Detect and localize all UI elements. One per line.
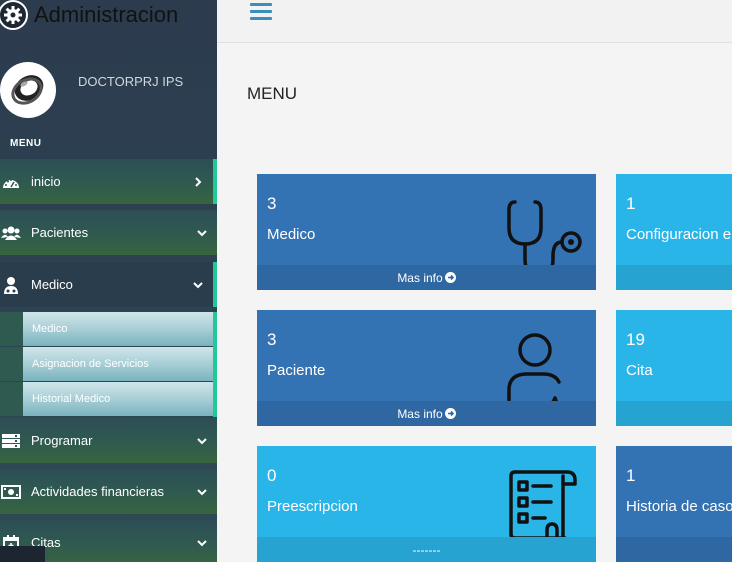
submenu-accent-bar bbox=[213, 312, 217, 417]
user-name: DOCTORPRJ IPS bbox=[78, 74, 184, 89]
info-box-configuracion: 1 Configuracion e bbox=[616, 174, 732, 290]
sidebar-item-label: Pacientes bbox=[31, 225, 89, 240]
chevron-right-icon bbox=[183, 176, 213, 187]
info-box-count: 0 bbox=[267, 466, 277, 485]
submenu-indent bbox=[0, 312, 23, 346]
more-info-label: Mas info bbox=[397, 406, 443, 421]
info-box-more-link[interactable]: Mas info bbox=[257, 265, 596, 290]
more-info-label: Mas info bbox=[397, 270, 443, 285]
info-box-cita: 19 Cita bbox=[616, 310, 732, 426]
info-box-label: Configuracion e bbox=[626, 226, 732, 243]
info-box-more-link[interactable] bbox=[616, 265, 732, 290]
info-box-more-link[interactable] bbox=[616, 537, 732, 562]
info-box-paciente: 3 Paciente Mas info bbox=[257, 310, 596, 426]
sidebar-item-actividades-financieras[interactable]: Actividades financieras bbox=[0, 469, 217, 514]
app-title: Administracion bbox=[34, 2, 179, 27]
submenu-item-asignacion-servicios[interactable]: Asignacion de Servicios bbox=[0, 347, 213, 381]
sidebar-item-label: Programar bbox=[31, 433, 93, 448]
sidebar-item-label: Citas bbox=[31, 535, 61, 550]
sidebar-item-label: Medico bbox=[31, 277, 73, 292]
submenu-indent bbox=[0, 382, 23, 416]
info-box-count: 1 bbox=[626, 194, 636, 213]
submenu-item-medico[interactable]: Medico bbox=[0, 312, 213, 346]
info-box-count: 19 bbox=[626, 330, 645, 349]
info-box-more-link[interactable] bbox=[616, 401, 732, 426]
submenu-item-label: Asignacion de Servicios bbox=[32, 358, 149, 370]
chevron-down-icon bbox=[187, 488, 217, 496]
avatar bbox=[0, 62, 56, 118]
info-box-preescripcion: 0 Preescripcion ------- bbox=[257, 446, 596, 562]
sidebar: Administracion DOCTORPRJ IPS MENU inicio… bbox=[0, 0, 217, 562]
info-box-label: Paciente bbox=[267, 362, 326, 379]
users-icon bbox=[0, 225, 22, 241]
arrow-circle-right-icon bbox=[444, 408, 456, 419]
info-box-count: 3 bbox=[267, 330, 277, 349]
top-navbar bbox=[217, 0, 732, 43]
gear-icon bbox=[0, 0, 28, 30]
info-box-label: Preescripcion bbox=[267, 498, 358, 515]
user-md-icon bbox=[0, 276, 22, 294]
info-box-label: Cita bbox=[626, 362, 653, 379]
dashboard-icon bbox=[0, 175, 22, 189]
brand[interactable]: Administracion bbox=[0, 0, 217, 30]
submenu-item-label: Historial Medico bbox=[32, 393, 111, 405]
chevron-down-icon bbox=[183, 281, 213, 289]
more-info-label: ------- bbox=[412, 542, 441, 557]
info-box-count: 3 bbox=[267, 194, 277, 213]
info-box-count: 1 bbox=[626, 466, 636, 485]
server-icon bbox=[0, 433, 22, 448]
page-title: MENU bbox=[247, 84, 298, 103]
chevron-down-icon bbox=[187, 539, 217, 547]
sidebar-item-label: Actividades financieras bbox=[31, 484, 164, 499]
sidebar-item-pacientes[interactable]: Pacientes bbox=[0, 210, 217, 255]
sidebar-item-programar[interactable]: Programar bbox=[0, 418, 217, 463]
chevron-down-icon bbox=[187, 229, 217, 237]
info-box-more-link[interactable]: ------- bbox=[257, 537, 596, 562]
chevron-down-icon bbox=[187, 437, 217, 445]
hamburger-icon[interactable] bbox=[250, 3, 272, 23]
sidebar-item-inicio[interactable]: inicio bbox=[0, 159, 217, 204]
info-box-label: Medico bbox=[267, 226, 316, 243]
info-box-medico: 3 Medico Mas info bbox=[257, 174, 596, 290]
sidebar-item-label: inicio bbox=[31, 174, 61, 189]
submenu-item-label: Medico bbox=[32, 323, 68, 335]
money-icon bbox=[0, 484, 22, 499]
info-box-more-link[interactable]: Mas info bbox=[257, 401, 596, 426]
submenu-item-historial-medico[interactable]: Historial Medico bbox=[0, 382, 213, 416]
sidebar-footer bbox=[0, 546, 45, 562]
submenu-indent bbox=[0, 347, 23, 381]
arrow-circle-right-icon bbox=[444, 272, 456, 283]
sidebar-section-label: MENU bbox=[10, 138, 42, 149]
info-box-historia-caso: 1 Historia de caso bbox=[616, 446, 732, 562]
info-box-label: Historia de caso bbox=[626, 498, 732, 515]
sidebar-item-medico[interactable]: Medico bbox=[0, 262, 217, 307]
